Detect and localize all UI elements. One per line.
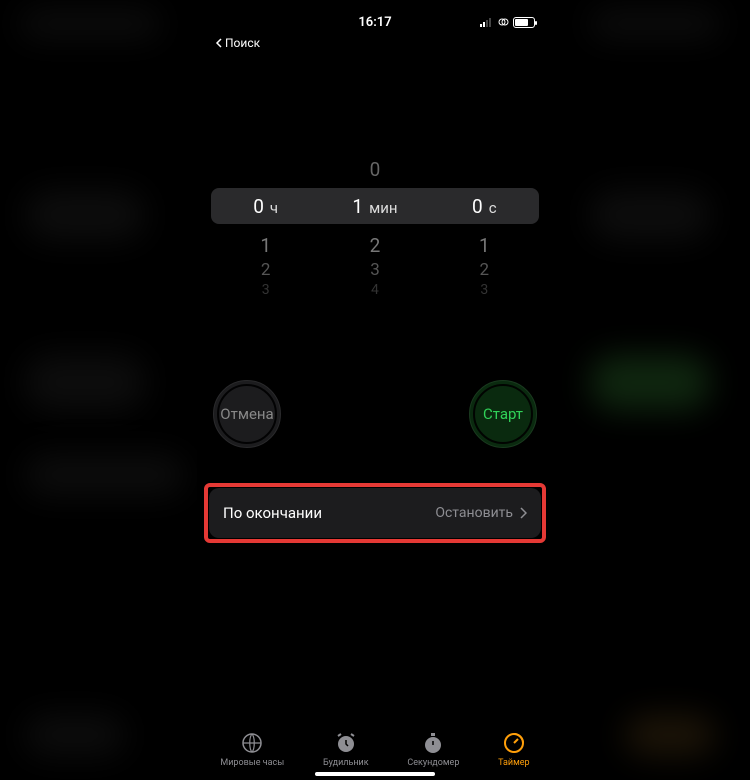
when-timer-ends-row[interactable]: По окончании Остановить xyxy=(209,488,541,538)
tab-world-clock-label: Мировые часы xyxy=(220,758,284,768)
picker-min-above: 0 xyxy=(345,158,405,181)
start-button[interactable]: Старт xyxy=(469,380,537,448)
back-chevron-icon xyxy=(215,38,223,48)
picker-s-below1: 1 xyxy=(454,234,514,257)
tab-timer[interactable]: Таймер xyxy=(498,731,529,768)
status-time: 16:17 xyxy=(358,15,391,30)
setting-label: По окончании xyxy=(223,504,322,522)
picker-selected-row: 0 ч 1 мин 0 с xyxy=(211,188,539,224)
status-bar: 16:17 xyxy=(197,10,553,34)
cancel-label: Отмена xyxy=(220,405,273,423)
minutes-unit: мин xyxy=(369,199,397,217)
tab-bar: Мировые часы Будильник Секундомер Таймер xyxy=(197,725,553,768)
cancel-button[interactable]: Отмена xyxy=(213,380,281,448)
tab-alarm-label: Будильник xyxy=(323,758,369,768)
picker-s-below2: 2 xyxy=(454,260,514,280)
minutes-column[interactable]: 1 мин xyxy=(330,195,420,218)
time-picker[interactable]: 0 0 ч 1 мин 0 с 1 2 1 2 3 2 3 xyxy=(197,160,553,300)
chevron-right-icon xyxy=(519,507,527,519)
hours-column[interactable]: 0 ч xyxy=(221,195,311,218)
picker-h-below2: 2 xyxy=(236,260,296,280)
timer-icon xyxy=(502,731,526,755)
globe-icon xyxy=(240,731,264,755)
tab-world-clock[interactable]: Мировые часы xyxy=(220,731,284,768)
back-label: Поиск xyxy=(225,36,260,50)
battery-icon xyxy=(513,17,535,28)
minutes-value: 1 xyxy=(352,195,363,218)
hours-value: 0 xyxy=(253,195,264,218)
tab-stopwatch[interactable]: Секундомер xyxy=(407,731,459,768)
start-label: Старт xyxy=(483,405,523,423)
seconds-unit: с xyxy=(489,199,497,217)
picker-m-below3: 4 xyxy=(345,282,405,298)
seconds-column[interactable]: 0 с xyxy=(439,195,529,218)
tab-timer-label: Таймер xyxy=(498,758,529,768)
link-icon xyxy=(495,17,509,27)
picker-m-below1: 2 xyxy=(345,234,405,257)
setting-value: Остановить xyxy=(435,505,513,521)
picker-m-below2: 3 xyxy=(345,260,405,280)
hours-unit: ч xyxy=(270,199,278,217)
stopwatch-icon xyxy=(421,731,445,755)
picker-s-below3: 3 xyxy=(454,282,514,298)
status-indicators xyxy=(480,17,535,28)
tab-alarm[interactable]: Будильник xyxy=(323,731,369,768)
home-indicator[interactable] xyxy=(315,772,435,776)
tab-stopwatch-label: Секундомер xyxy=(407,758,459,768)
seconds-value: 0 xyxy=(472,195,483,218)
picker-h-below3: 3 xyxy=(236,282,296,298)
back-to-search[interactable]: Поиск xyxy=(197,34,553,50)
picker-h-below1: 1 xyxy=(236,234,296,257)
alarm-icon xyxy=(334,731,358,755)
signal-icon xyxy=(480,17,491,27)
clock-app-screen: 16:17 Поиск 0 0 ч 1 мин 0 с 1 xyxy=(197,0,553,780)
